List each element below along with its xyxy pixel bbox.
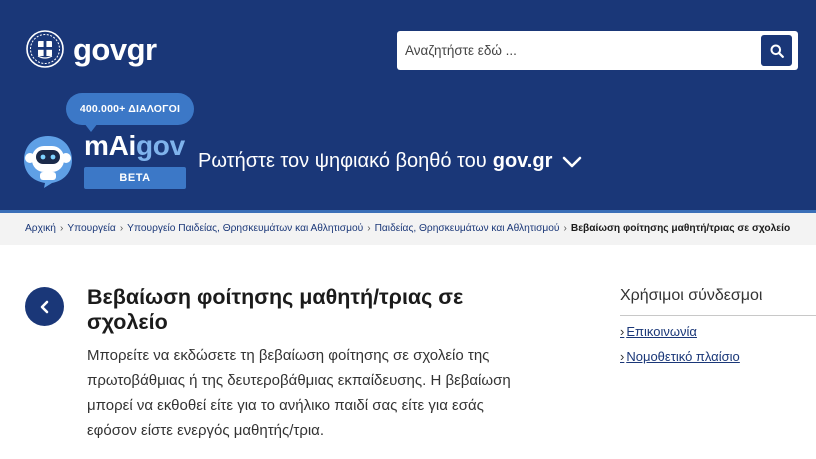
sidebar-link-legal-framework[interactable]: › Νομοθετικό πλαίσιο: [620, 349, 740, 364]
search-button[interactable]: [761, 35, 792, 66]
page-title: Βεβαίωση φοίτησης μαθητή/τριας σε σχολεί…: [87, 285, 464, 334]
breadcrumb-separator-icon: ›: [119, 223, 124, 234]
search-box: [397, 31, 798, 70]
chevron-down-icon: [563, 156, 582, 167]
breadcrumb-ministries[interactable]: Υπουργεία: [67, 223, 116, 234]
search-input[interactable]: [405, 39, 755, 61]
chevron-right-icon: ›: [620, 324, 625, 339]
site-header: govgr 400.000+ ΔΙΑΛΟΓΟΙ mAigov BETA Ρωτή…: [0, 0, 816, 210]
beta-badge: BETA: [84, 167, 186, 189]
breadcrumb-home[interactable]: Αρχική: [25, 223, 56, 234]
assistant-prompt-brand: gov.gr: [492, 150, 553, 172]
back-button[interactable]: [25, 287, 64, 326]
chevron-left-icon: [40, 300, 48, 313]
sidebar-link-label: Νομοθετικό πλαίσιο: [626, 349, 740, 364]
breadcrumb-separator-icon: ›: [59, 223, 64, 234]
breadcrumb-separator-icon: ›: [367, 223, 371, 234]
maigov-gov: gov: [136, 130, 185, 161]
greek-emblem-icon: [26, 30, 64, 68]
assistant-prompt[interactable]: Ρωτήστε τον ψηφιακό βοηθό του gov.gr: [198, 150, 582, 173]
sidebar-link-contact[interactable]: › Επικοινωνία: [620, 324, 697, 339]
breadcrumb: Αρχική › Υπουργεία › Υπουργείο Παιδείας,…: [25, 223, 790, 234]
breadcrumb-ministry-education[interactable]: Υπουργείο Παιδείας, Θρησκευμάτων και Αθλ…: [127, 223, 363, 234]
brand-wordmark: govgr: [73, 34, 157, 65]
breadcrumb-separator-icon: ›: [563, 223, 567, 234]
search-icon: [770, 44, 784, 58]
brand-gr: gr: [126, 31, 158, 67]
assistant-prompt-text: Ρωτήστε τον ψηφιακό βοηθό του: [198, 150, 487, 172]
brand-gov: gov: [73, 31, 127, 67]
maigov-wordmark[interactable]: mAigov: [84, 132, 185, 160]
breadcrumb-education[interactable]: Παιδείας, Θρησκευμάτων και Αθλητισμού: [375, 223, 560, 234]
breadcrumb-bar: Αρχική › Υπουργεία › Υπουργείο Παιδείας,…: [0, 210, 816, 245]
sidebar-divider: [620, 315, 816, 316]
robot-assistant-icon[interactable]: [22, 134, 74, 189]
breadcrumb-current: Βεβαίωση φοίτησης μαθητή/τριας σε σχολεί…: [570, 223, 791, 234]
govgr-logo[interactable]: govgr: [26, 30, 157, 68]
maigov-m: mAi: [84, 130, 136, 161]
dialogues-count-bubble: 400.000+ ΔΙΑΛΟΓΟΙ: [66, 93, 194, 125]
chevron-right-icon: ›: [620, 349, 625, 364]
sidebar-link-label: Επικοινωνία: [626, 324, 697, 339]
page-description: Μπορείτε να εκδώσετε τη βεβαίωση φοίτηση…: [87, 347, 511, 439]
useful-links-title: Χρήσιμοι σύνδεσμοι: [620, 287, 763, 304]
